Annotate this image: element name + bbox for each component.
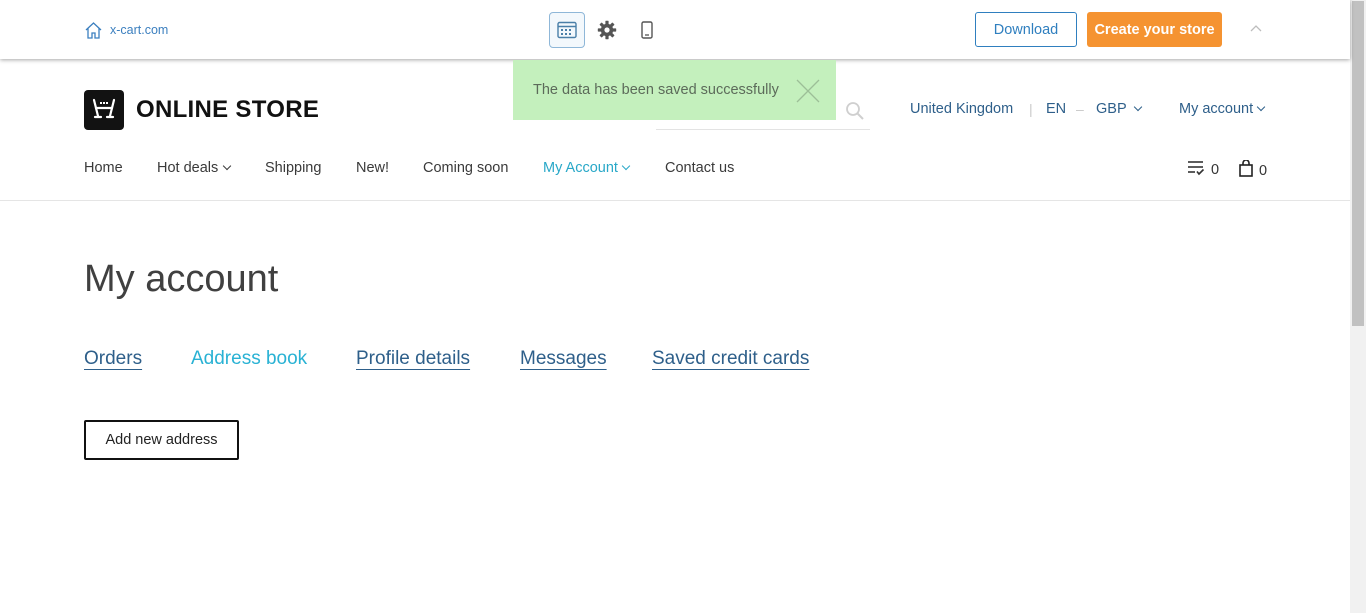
gear-icon[interactable] [589, 12, 625, 48]
compare-list-icon [1187, 160, 1205, 180]
account-menu[interactable]: My account [1179, 101, 1266, 117]
home-icon [84, 21, 103, 39]
tab-messages[interactable]: Messages [520, 348, 607, 370]
language-selector[interactable]: EN [1046, 101, 1066, 117]
store-logo[interactable]: ONLINE STORE [84, 90, 319, 130]
page-scrollbar[interactable] [1350, 0, 1366, 613]
nav-item-shipping[interactable]: Shipping [265, 160, 321, 176]
logo-text: ONLINE STORE [136, 96, 320, 123]
x-cart-home-link[interactable]: x-cart.com [84, 21, 168, 39]
download-button[interactable]: Download [975, 12, 1077, 47]
add-new-address-button[interactable]: Add new address [84, 420, 239, 460]
header-divider: | [1029, 101, 1033, 117]
chevron-down-icon [1256, 102, 1266, 112]
header-divider-line [0, 200, 1350, 201]
chevron-down-icon [621, 161, 631, 171]
country-selector[interactable]: United Kingdom [910, 101, 1013, 117]
nav-item-contact-us[interactable]: Contact us [665, 160, 734, 176]
nav-item-hot-deals[interactable]: Hot deals [157, 160, 232, 176]
demo-top-bar: x-cart.com Download Create your store [0, 0, 1350, 59]
search-input[interactable] [656, 129, 870, 130]
nav-item-my-account[interactable]: My Account [543, 160, 631, 176]
mobile-view-icon[interactable] [629, 12, 665, 48]
create-store-button[interactable]: Create your store [1087, 12, 1222, 47]
comparison-count: 0 [1211, 162, 1220, 178]
nav-label: Hot deals [157, 160, 219, 176]
shopping-bag-icon [1239, 159, 1253, 181]
scrollbar-thumb[interactable] [1352, 1, 1364, 326]
chevron-down-icon [1133, 102, 1142, 112]
chevron-up-icon[interactable] [1246, 20, 1266, 36]
tab-address-book[interactable]: Address book [191, 348, 307, 370]
currency-label: GBP [1096, 101, 1127, 117]
nav-item-new[interactable]: New! [356, 160, 389, 176]
comparison-list-link[interactable]: 0 [1187, 160, 1219, 180]
tab-saved-credit-cards[interactable]: Saved credit cards [652, 348, 809, 370]
close-icon[interactable] [795, 78, 821, 104]
nav-item-home[interactable]: Home [84, 160, 123, 176]
desktop-view-icon[interactable] [549, 12, 585, 48]
search-icon[interactable] [845, 101, 865, 126]
nav-label: My Account [543, 160, 618, 176]
home-link-label: x-cart.com [110, 23, 169, 37]
chevron-down-icon [223, 161, 232, 171]
tab-profile-details[interactable]: Profile details [356, 348, 470, 370]
header-dash: – [1076, 101, 1084, 117]
cart-link[interactable]: 0 [1239, 159, 1268, 181]
page-title: My account [84, 258, 279, 300]
success-notification: The data has been saved successfully [513, 60, 836, 120]
logo-mark-icon [84, 90, 124, 130]
nav-item-coming-soon[interactable]: Coming soon [423, 160, 508, 176]
currency-selector[interactable]: GBP [1096, 101, 1142, 117]
account-label: My account [1179, 101, 1254, 117]
notification-message: The data has been saved successfully [533, 82, 779, 98]
tab-orders[interactable]: Orders [84, 348, 142, 370]
cart-count: 0 [1259, 162, 1268, 179]
